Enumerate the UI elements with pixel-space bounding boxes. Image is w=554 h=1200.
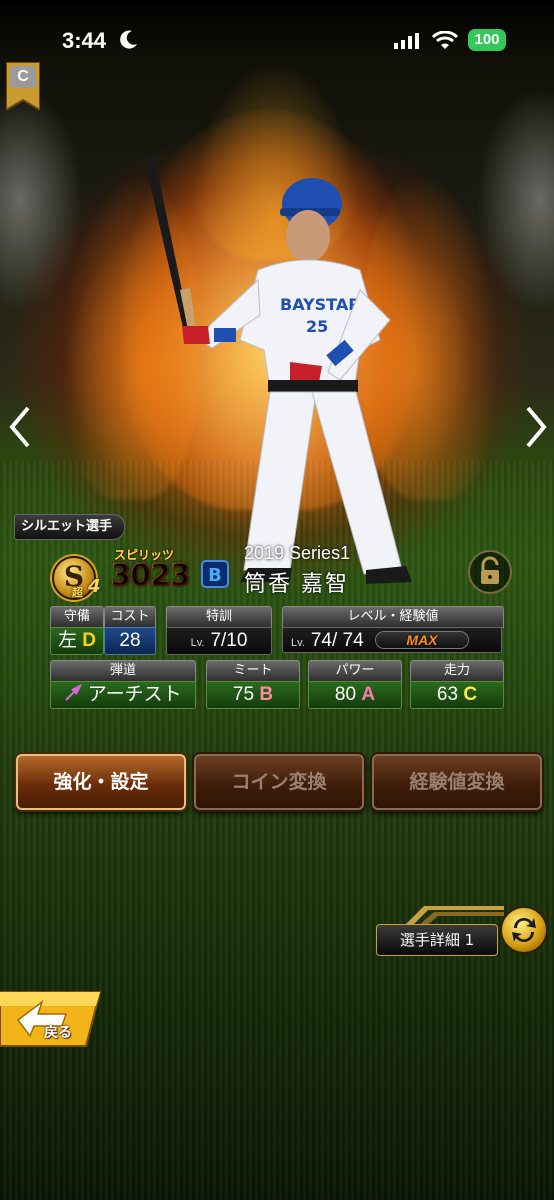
- player-name: 筒香 嘉智: [244, 572, 349, 597]
- svg-text:25: 25: [306, 317, 328, 336]
- battery-indicator: 100: [468, 29, 506, 51]
- exp-max-label: MAX: [406, 632, 438, 648]
- defense-grade: D: [82, 630, 97, 651]
- speed-number: 63: [436, 684, 459, 705]
- trajectory-header: 弾道: [50, 660, 196, 682]
- signal-icon: [394, 33, 419, 49]
- speed-header: 走力: [410, 660, 504, 682]
- training-lv-prefix: Lv.: [190, 637, 205, 649]
- rank-badge[interactable]: C: [5, 61, 41, 112]
- wifi-icon: [432, 31, 458, 49]
- chou-label: 超: [72, 586, 83, 599]
- speed-value: 63 C: [410, 681, 504, 709]
- coin-exchange-button[interactable]: コイン変換: [194, 754, 364, 810]
- exp-exchange-button[interactable]: 経験値変換: [372, 754, 542, 810]
- training-header: 特訓: [166, 606, 272, 628]
- lock-button[interactable]: [468, 550, 512, 594]
- enhance-settings-button[interactable]: 強化・設定: [16, 754, 186, 810]
- meet-grade: B: [259, 684, 274, 705]
- power-header: パワー: [308, 660, 402, 682]
- meet-header: ミート: [206, 660, 300, 682]
- rank-letter: C: [17, 68, 29, 85]
- defense-position: 左: [57, 630, 77, 651]
- player-image: BAYSTARS 25: [144, 154, 412, 584]
- svg-text:B: B: [208, 565, 222, 586]
- training-level: 7/10: [210, 630, 248, 651]
- power-grade: A: [361, 684, 376, 705]
- level-lv-prefix: Lv.: [291, 637, 305, 649]
- training-value: Lv. 7/10: [166, 627, 272, 655]
- lock-icon: [481, 556, 499, 584]
- trajectory-value: アーチスト: [50, 681, 196, 709]
- level-number: 74/ 74: [310, 630, 364, 651]
- back-label: 戻る: [44, 1025, 72, 1041]
- exp-bar: MAX: [374, 631, 469, 649]
- trajectory-text: アーチスト: [87, 684, 182, 705]
- status-bar: 3:44 100: [0, 0, 554, 80]
- cost-value: 28: [104, 627, 156, 655]
- defense-header: 守備: [50, 606, 104, 628]
- level-header: レベル・経験値: [282, 606, 504, 628]
- chou-value: 4: [88, 576, 101, 597]
- power-value: 80 A: [308, 681, 402, 709]
- moon-icon: [120, 30, 137, 49]
- meet-number: 75: [232, 684, 255, 705]
- team-logo-icon: B: [201, 560, 229, 588]
- power-number: 80: [334, 684, 357, 705]
- swap-arrows-icon: [512, 918, 536, 942]
- player-detail-button[interactable]: 選手詳細 1: [376, 924, 498, 956]
- level-value: Lv. 74/ 74 MAX: [282, 627, 502, 653]
- detail-stripes-decoration: [404, 906, 504, 926]
- defense-value: 左 D: [50, 627, 104, 655]
- status-time: 3:44: [62, 28, 107, 53]
- next-player-arrow-icon[interactable]: [520, 404, 550, 450]
- series-label: 2019 Series1: [244, 543, 351, 563]
- detail-swap-button[interactable]: [500, 906, 548, 954]
- trajectory-arrow-icon: [65, 683, 83, 701]
- prev-player-arrow-icon[interactable]: [6, 404, 36, 450]
- speed-grade: C: [463, 684, 478, 705]
- meet-value: 75 B: [206, 681, 300, 709]
- silhouette-player-tag: シルエット選手: [14, 514, 126, 540]
- cost-header: コスト: [104, 606, 156, 628]
- player-detail-screen: 3:44 100 C BAYSTARS 25 シルエット選手 S 超 4 スピリ…: [0, 0, 554, 1200]
- spirits-value: 3023: [110, 558, 191, 594]
